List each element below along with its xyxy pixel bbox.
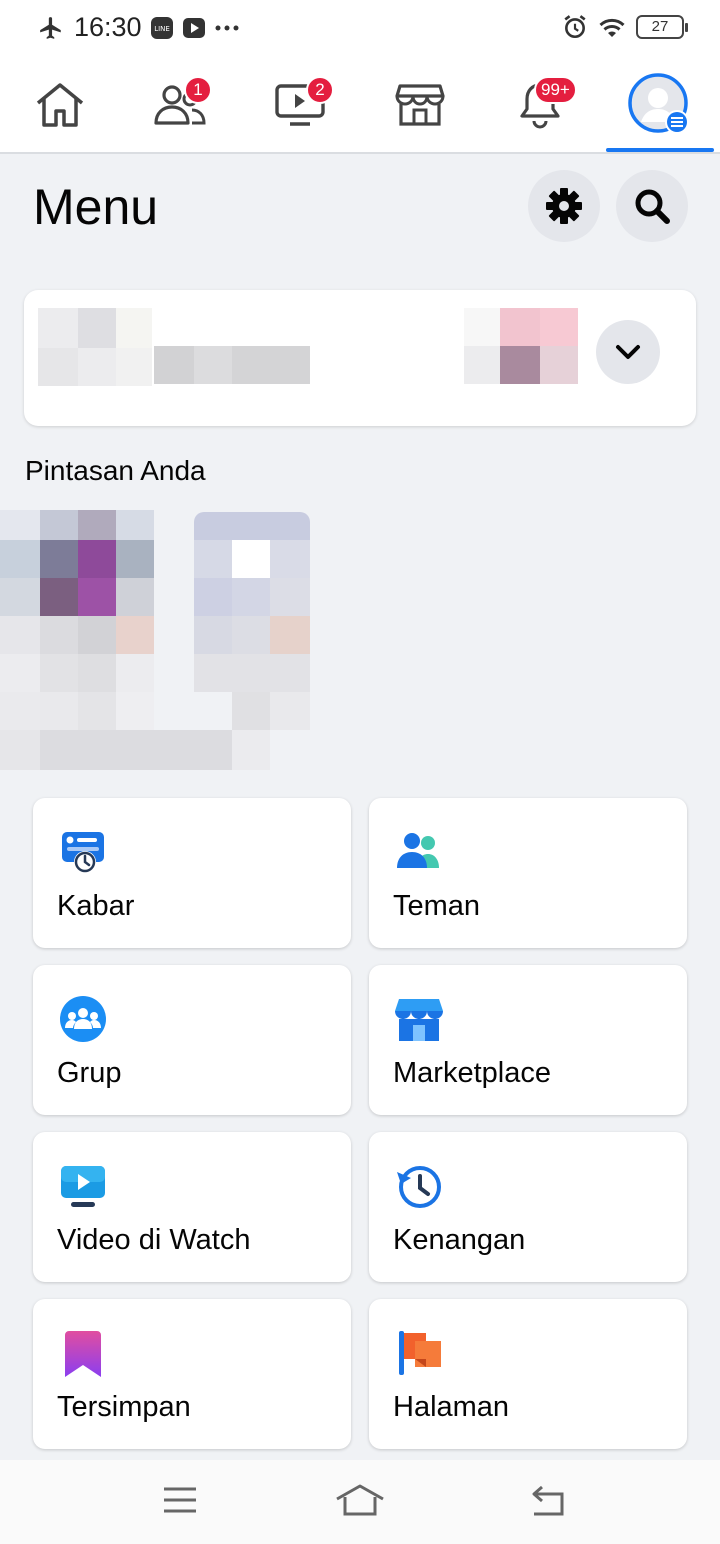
memories-icon: [397, 1166, 441, 1208]
back-icon: [532, 1485, 564, 1516]
watch-badge: 2: [306, 76, 334, 104]
marketplace-icon: [395, 84, 445, 126]
friends-color-icon: [397, 833, 439, 868]
home-outline-icon: [336, 1484, 384, 1516]
active-tab-indicator: [606, 148, 714, 152]
top-navigation: 1 2 99+: [0, 58, 720, 154]
back-button[interactable]: [518, 1478, 578, 1522]
groups-icon: [60, 996, 106, 1042]
menu-tile-feeds[interactable]: Kabar: [33, 798, 351, 948]
home-button[interactable]: [330, 1478, 390, 1522]
watch-tab[interactable]: 2: [240, 58, 360, 152]
alarm-icon: [564, 15, 586, 39]
menu-tile-saved[interactable]: Tersimpan: [33, 1299, 351, 1449]
marketplace-color-icon: [395, 999, 443, 1041]
bookmark-icon: [65, 1331, 101, 1377]
menu-tile-memories[interactable]: Kenangan: [369, 1132, 687, 1282]
line-app-icon: LINE: [150, 16, 173, 39]
tile-label: Kabar: [57, 890, 135, 922]
menu-lines-icon: [164, 1487, 196, 1513]
search-icon: [635, 189, 670, 224]
battery-indicator: 27: [636, 15, 688, 39]
shortcuts-list: [0, 510, 720, 800]
airplane-mode-icon: [40, 16, 61, 39]
search-button[interactable]: [616, 170, 688, 242]
profile-menu-icon: [628, 73, 689, 134]
menu-tile-pages[interactable]: Halaman: [369, 1299, 687, 1449]
tile-label: Grup: [57, 1057, 122, 1089]
gear-icon: [546, 188, 582, 224]
more-notifications-icon: [215, 25, 239, 30]
svg-text:LINE: LINE: [154, 25, 170, 33]
flag-icon: [399, 1331, 441, 1375]
tile-label: Video di Watch: [57, 1224, 251, 1256]
menu-tile-friends[interactable]: Teman: [369, 798, 687, 948]
wifi-icon: [599, 18, 625, 37]
friends-badge: 1: [184, 76, 212, 104]
recent-apps-button[interactable]: [150, 1478, 210, 1522]
chevron-down-icon: [616, 345, 640, 359]
menu-tile-watch[interactable]: Video di Watch: [33, 1132, 351, 1282]
feeds-icon: [62, 832, 104, 873]
settings-button[interactable]: [528, 170, 600, 242]
clock: 16:30: [74, 12, 142, 42]
profile-card[interactable]: [24, 290, 696, 426]
tile-label: Tersimpan: [57, 1391, 191, 1423]
menu-tile-groups[interactable]: Grup: [33, 965, 351, 1115]
watch-color-icon: [61, 1166, 105, 1207]
tile-label: Marketplace: [393, 1057, 551, 1089]
system-navigation-bar: [0, 1460, 720, 1544]
status-bar: 16:30 LINE 27: [0, 0, 720, 58]
notifications-tab[interactable]: 99+: [480, 58, 600, 152]
home-icon: [36, 83, 84, 127]
notifications-badge: 99+: [534, 76, 577, 104]
tile-label: Kenangan: [393, 1224, 526, 1256]
friends-tab[interactable]: 1: [120, 58, 240, 152]
youtube-icon: [182, 17, 205, 38]
tile-label: Teman: [393, 890, 481, 922]
switch-profile-button[interactable]: [596, 320, 660, 384]
tile-label: Halaman: [393, 1391, 510, 1423]
menu-tab[interactable]: [600, 58, 720, 152]
menu-tile-marketplace[interactable]: Marketplace: [369, 965, 687, 1115]
home-tab[interactable]: [0, 58, 120, 152]
page-title: Menu: [33, 179, 159, 235]
marketplace-tab[interactable]: [360, 58, 480, 152]
shortcuts-heading: Pintasan Anda: [25, 455, 206, 486]
